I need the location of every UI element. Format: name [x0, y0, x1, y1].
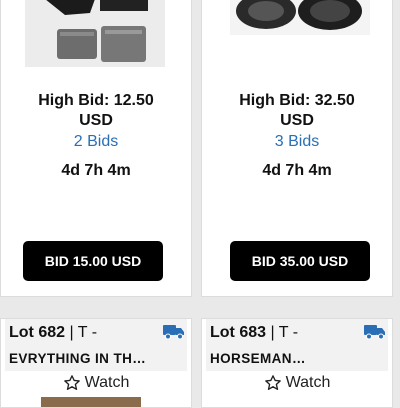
lot-category: | T -: [65, 324, 98, 341]
auction-card: High Bid: 32.50 USD 3 Bids 4d 7h 4m BID …: [201, 0, 393, 297]
lot-card: Lot 683 | T - HORSEMAN… Watch: [201, 318, 393, 408]
high-bid: High Bid: 32.50 USD: [202, 91, 392, 131]
lot-title[interactable]: HORSEMAN…: [210, 351, 384, 366]
lot-category: | T -: [266, 324, 299, 341]
high-bid-currency: USD: [280, 112, 314, 129]
time-remaining: 4d 7h 4m: [61, 162, 131, 179]
lot-card: Lot 682 | T - EVRYTHING IN TH… Watch: [0, 318, 192, 408]
truck-icon: [364, 325, 385, 340]
time-remaining: 4d 7h 4m: [262, 162, 332, 179]
bid-button[interactable]: BID 35.00 USD: [230, 241, 370, 281]
star-outline-icon: [63, 375, 80, 390]
bid-count-link[interactable]: 2 Bids: [1, 133, 191, 151]
lot-number: Lot 682: [9, 324, 66, 341]
bid-button[interactable]: BID 15.00 USD: [23, 241, 163, 281]
item-image[interactable]: [41, 397, 141, 407]
truck-icon: [163, 325, 184, 340]
watch-button[interactable]: Watch: [1, 374, 191, 392]
star-outline-icon: [264, 375, 281, 390]
bid-count-link[interactable]: 3 Bids: [202, 133, 392, 151]
high-bid-amount: High Bid: 12.50: [38, 92, 154, 109]
lot-title[interactable]: EVRYTHING IN TH…: [9, 351, 183, 366]
item-image[interactable]: [230, 0, 370, 35]
lot-heading[interactable]: Lot 682 | T -: [9, 324, 183, 342]
high-bid-currency: USD: [79, 112, 113, 129]
watch-label: Watch: [84, 374, 130, 391]
high-bid: High Bid: 12.50 USD: [1, 91, 191, 131]
lot-number: Lot 683: [210, 324, 267, 341]
watch-label: Watch: [285, 374, 331, 391]
high-bid-amount: High Bid: 32.50: [239, 92, 355, 109]
watch-button[interactable]: Watch: [202, 374, 392, 392]
lot-heading[interactable]: Lot 683 | T -: [210, 324, 384, 342]
auction-card: High Bid: 12.50 USD 2 Bids 4d 7h 4m BID …: [0, 0, 192, 297]
item-image[interactable]: [25, 0, 165, 67]
